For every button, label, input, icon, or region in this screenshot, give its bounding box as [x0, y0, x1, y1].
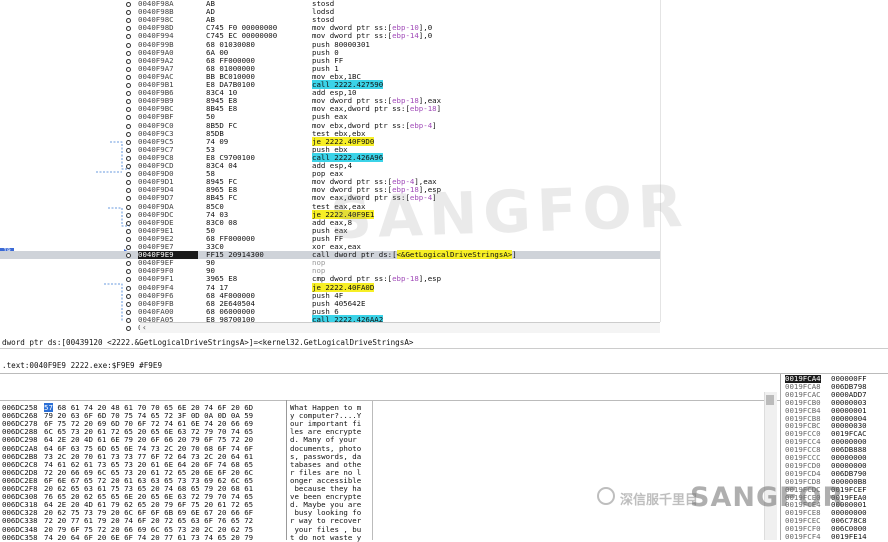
breakpoint-dot-icon[interactable]	[126, 245, 131, 250]
disassembly-view[interactable]: IP 0040F98AABstosd0040F98BADlodsd0040F98…	[0, 0, 888, 332]
instruction-token: <&GetLogicalDriveStringsA>	[396, 250, 513, 260]
disasm-bytes: 83C4 04	[206, 161, 238, 170]
disasm-instruction: mov eax,dword ptr ss:[ebp-18]	[312, 105, 652, 113]
watermark-center: SANGFOR	[328, 171, 690, 253]
instruction-token: ]	[432, 120, 437, 130]
breakpoint-dot-icon[interactable]	[126, 139, 131, 145]
instruction-token: ebp-18	[409, 104, 437, 114]
instruction-token: ],esp	[418, 274, 442, 284]
breakpoint-dot-icon[interactable]	[126, 123, 131, 129]
breakpoint-dot-icon[interactable]	[126, 2, 131, 7]
breakpoint-dot-icon[interactable]	[126, 107, 131, 113]
breakpoint-dot-icon[interactable]	[126, 285, 131, 291]
breakpoint-dot-icon[interactable]	[126, 220, 131, 226]
address-info-line: .text:0040F9E9 2222.exe:$F9E9 #F9E9	[2, 361, 163, 370]
disasm-bytes: 83C0 08	[206, 217, 238, 227]
memory-dump-view[interactable]: 006DC258 57 68 61 74 20 48 61 70 70 65 6E…	[0, 400, 780, 541]
breakpoint-dot-icon[interactable]	[126, 269, 131, 275]
info-divider	[0, 348, 888, 349]
disasm-instruction: push 1	[312, 64, 652, 73]
breakpoint-dot-icon[interactable]	[126, 131, 131, 137]
pane-divider	[660, 0, 661, 322]
dump-hex-bytes: 74 20 64 6F 20 6E 6F 74 20 77 61 73 74 6…	[44, 532, 254, 542]
dump-address: 006DC358	[2, 532, 38, 542]
disasm-bytes: 8B45 E8	[206, 104, 238, 114]
breakpoint-dot-icon[interactable]	[126, 42, 131, 48]
dump-ascii-end-divider	[372, 400, 373, 540]
breakpoint-dot-icon[interactable]	[126, 326, 131, 331]
disasm-instruction: call dword ptr ds:[<&GetLogicalDriveStri…	[312, 250, 652, 260]
breakpoint-dot-icon[interactable]	[126, 164, 131, 169]
instruction-token: ],0	[418, 31, 433, 41]
disasm-instruction: push 405642E	[312, 299, 652, 308]
disasm-instruction: lodsd	[312, 8, 652, 16]
disasm-instruction: nop	[312, 259, 652, 267]
breakpoint-dot-icon[interactable]	[126, 83, 131, 88]
breakpoint-dot-icon[interactable]	[126, 253, 131, 259]
disasm-instruction: push 0	[312, 48, 652, 57]
disasm-instruction: add esp,4	[312, 161, 652, 170]
breakpoint-dot-icon[interactable]	[126, 66, 131, 72]
disasm-row[interactable]: 0040F9E9 FF15 20914300 call dword ptr ds:[…	[0, 250, 660, 260]
disasm-instruction: push 80000301	[312, 40, 652, 49]
breakpoint-dot-icon[interactable]	[126, 10, 131, 16]
breakpoint-dot-icon[interactable]	[126, 196, 131, 202]
disasm-bytes: FF15 20914300	[206, 250, 264, 260]
disasm-instruction: call 2222.426A96	[312, 152, 652, 162]
instruction-token: ]	[436, 104, 442, 114]
breakpoint-dot-icon[interactable]	[126, 91, 131, 97]
disasm-instruction: je 2222.40F9D0	[312, 136, 652, 146]
scroll-left-icon[interactable]: ‹	[142, 323, 147, 332]
dump-row[interactable]: 006DC358 74 20 64 6F 20 6E 6F 74 20 77 61…	[0, 532, 780, 542]
disasm-bytes: 74 09	[206, 136, 229, 146]
disassembly-horizontal-scrollbar[interactable]: ‹	[140, 322, 660, 333]
breakpoint-dot-icon[interactable]	[126, 50, 131, 56]
breakpoint-dot-icon[interactable]	[126, 212, 131, 218]
disasm-bytes: AB	[206, 0, 215, 8]
disasm-row[interactable]: 0040F9EF 90 nop	[0, 259, 660, 267]
breakpoint-dot-icon[interactable]	[126, 317, 131, 323]
breakpoint-dot-icon[interactable]	[126, 261, 131, 267]
breakpoint-dot-icon[interactable]	[126, 228, 131, 234]
brand-logo-icon	[597, 487, 615, 505]
instruction-token: ebp-14	[392, 31, 419, 41]
scrollbar-thumb[interactable]	[766, 395, 774, 405]
breakpoint-dot-icon[interactable]	[126, 147, 131, 153]
breakpoint-dot-icon[interactable]	[126, 293, 131, 299]
dump-hex-ascii-divider	[286, 400, 287, 540]
disasm-instruction: push FF	[312, 56, 652, 65]
disasm-instruction: call 2222.427590	[312, 80, 652, 89]
disasm-instruction: stosd	[312, 0, 652, 8]
disasm-instruction: je 2222.40FA0D	[312, 282, 652, 292]
breakpoint-dot-icon[interactable]	[126, 204, 131, 210]
breakpoint-dot-icon[interactable]	[126, 172, 131, 178]
breakpoint-dot-icon[interactable]	[126, 58, 131, 64]
stack-view[interactable]: 0019FCA4 000000FF 0019FCA8 006DB798 0019FCAC…	[780, 374, 888, 540]
instruction-token: ebp-18	[392, 274, 419, 284]
breakpoint-dot-icon[interactable]	[126, 309, 131, 315]
breakpoint-dot-icon[interactable]	[126, 18, 131, 24]
breakpoint-dot-icon[interactable]	[126, 301, 131, 307]
breakpoint-dot-icon[interactable]	[126, 155, 131, 161]
disasm-bytes: 90	[206, 258, 215, 268]
breakpoint-dot-icon[interactable]	[126, 188, 131, 194]
operand-info-line: dword ptr ds:[00439120 <2222.&GetLogical…	[2, 338, 414, 347]
breakpoint-dot-icon[interactable]	[126, 236, 131, 242]
info-divider-bottom	[0, 373, 888, 374]
watermark-brand: SANGFOR	[690, 482, 845, 513]
dump-ascii: t do not waste y	[290, 532, 362, 542]
breakpoint-dot-icon[interactable]	[126, 115, 131, 121]
dump-vertical-scrollbar[interactable]	[764, 392, 777, 540]
watermark-chinese: 深信服千里目	[620, 493, 699, 508]
breakpoint-dot-icon[interactable]	[126, 180, 131, 186]
breakpoint-dot-icon[interactable]	[126, 74, 131, 80]
instruction-token: ebp-4	[409, 120, 433, 130]
instruction-token: ]	[512, 250, 517, 260]
disasm-bytes: AD	[206, 7, 215, 17]
breakpoint-dot-icon[interactable]	[126, 99, 131, 105]
breakpoint-dot-icon[interactable]	[126, 26, 131, 32]
breakpoint-dot-icon[interactable]	[126, 34, 131, 40]
breakpoint-dot-icon[interactable]	[126, 277, 131, 283]
